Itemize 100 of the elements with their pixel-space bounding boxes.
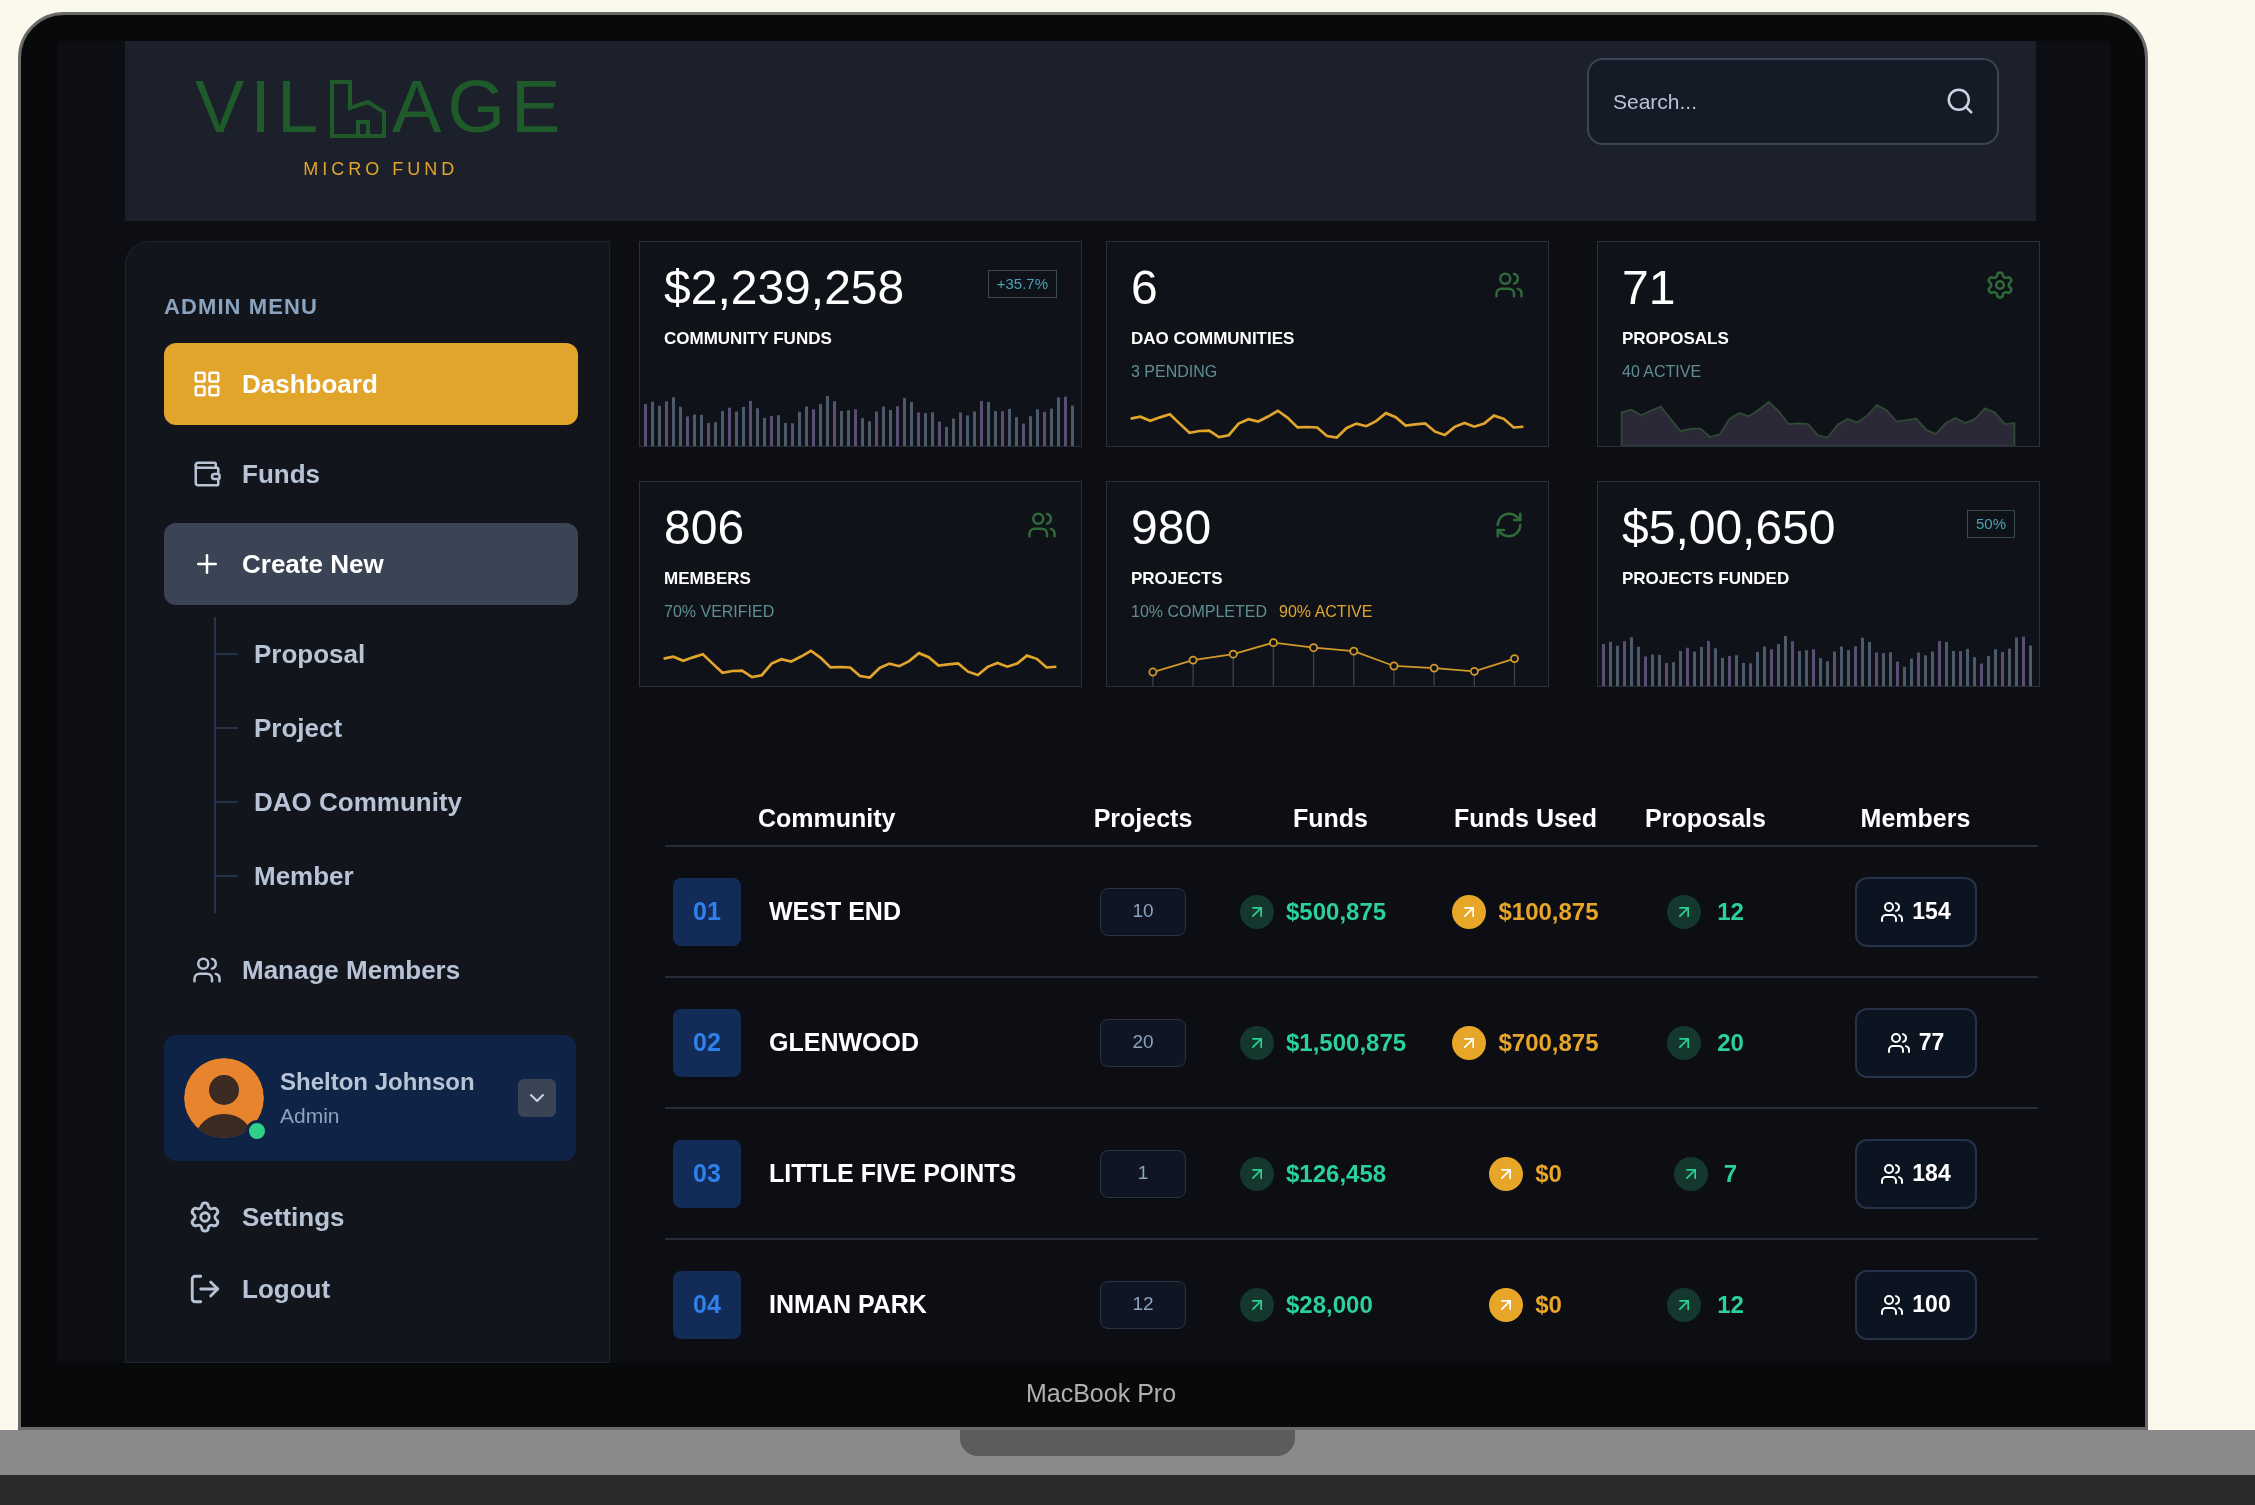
data-point <box>1389 661 1399 670</box>
stat-value: 806 <box>664 502 746 554</box>
row-number: 01 <box>673 877 741 946</box>
stat-note: 3 PENDING <box>1131 361 1218 382</box>
proposals-count: 12 <box>1717 896 1744 927</box>
funds-used-amount: $0 <box>1535 1158 1562 1189</box>
arrow-up-icon <box>1667 894 1702 929</box>
house-logo-icon <box>328 78 389 140</box>
people-icon <box>1880 1161 1905 1186</box>
arrow-up-icon <box>1667 1025 1702 1060</box>
drop-line <box>1353 653 1355 686</box>
stat-label: PROJECTS <box>1131 568 1224 590</box>
members-count: 154 <box>1854 876 1977 947</box>
column-header: Projects <box>1093 802 1193 834</box>
stat-label: DAO COMMUNITIES <box>1131 328 1295 350</box>
people-icon <box>1494 270 1524 300</box>
community-name: INMAN PARK <box>769 1288 927 1320</box>
projects-count: 1 <box>1100 1149 1186 1198</box>
nav-item[interactable]: Create New <box>164 523 578 605</box>
nav-item[interactable]: Funds <box>164 433 578 515</box>
projects-count: 20 <box>1100 1018 1186 1067</box>
user-name: Shelton Johnson <box>280 1067 476 1098</box>
funds-amount: $28,000 <box>1286 1289 1373 1320</box>
stat-label: COMMUNITY FUNDS <box>664 328 833 350</box>
data-point <box>1309 642 1319 652</box>
submenu-item[interactable]: Member <box>254 856 354 896</box>
arrow-up-icon <box>1489 1156 1524 1191</box>
stat-note: 40 ACTIVE <box>1622 361 1702 382</box>
stat-value: $2,239,258 <box>664 262 905 314</box>
logout-icon <box>188 1272 222 1306</box>
data-point <box>1148 667 1158 676</box>
stat-value: $5,00,650 <box>1622 502 1836 554</box>
search-icon <box>1945 86 1975 116</box>
nav-item[interactable]: Manage Members <box>164 929 578 1011</box>
projects-count: 10 <box>1100 887 1186 936</box>
row-number: 04 <box>673 1270 741 1339</box>
search-field[interactable]: Search... <box>1587 58 1999 145</box>
nav-item[interactable]: Settings <box>164 1193 571 1241</box>
stat-value: 980 <box>1131 502 1213 554</box>
stat-value: 71 <box>1622 262 1677 314</box>
members-count: 184 <box>1854 1138 1977 1209</box>
percent-badge: +35.7% <box>987 270 1057 298</box>
people-icon <box>1880 899 1905 924</box>
community-name: LITTLE FIVE POINTS <box>769 1157 1017 1189</box>
stat-label: MEMBERS <box>664 568 752 590</box>
dropdown-button[interactable] <box>518 1079 556 1117</box>
nav-icon <box>192 369 222 399</box>
data-point <box>1510 653 1519 663</box>
stat-label: PROJECTS FUNDED <box>1622 568 1791 590</box>
funds-amount: $500,875 <box>1286 896 1387 927</box>
percent-badge: 50% <box>1966 510 2015 538</box>
people-icon <box>1880 1292 1905 1317</box>
drop-line <box>1433 670 1435 686</box>
arrow-up-icon <box>1240 1287 1274 1322</box>
submenu-item[interactable]: Project <box>254 708 343 748</box>
members-count: 77 <box>1854 1007 1977 1078</box>
proposals-count: 7 <box>1723 1158 1738 1189</box>
logo-wordmark: VIL <box>195 70 325 144</box>
column-header: Funds <box>1293 802 1368 834</box>
stat-note: 10% COMPLETED <box>1131 601 1268 622</box>
data-point <box>1268 637 1278 647</box>
community-name: WEST END <box>769 895 901 927</box>
arrow-up-icon <box>1452 1025 1487 1060</box>
arrow-up-icon <box>1673 1156 1708 1191</box>
people-icon <box>1027 510 1057 540</box>
data-point <box>1349 646 1359 656</box>
nav-item[interactable]: Logout <box>164 1265 571 1313</box>
arrow-up-icon <box>1489 1287 1524 1322</box>
settings-icon <box>188 1200 222 1234</box>
column-header: Community <box>758 802 896 834</box>
data-point <box>1429 663 1439 673</box>
device-label: MacBook Pro <box>1025 1378 1177 1409</box>
community-name: GLENWOOD <box>769 1026 919 1058</box>
data-point <box>1188 655 1198 665</box>
proposals-count: 12 <box>1717 1289 1744 1320</box>
projects-count: 12 <box>1100 1280 1186 1329</box>
column-header: Proposals <box>1645 802 1766 834</box>
data-point <box>1228 649 1238 659</box>
proposals-count: 20 <box>1717 1027 1744 1058</box>
stat-value: 6 <box>1131 262 1159 314</box>
drop-line <box>1312 650 1315 686</box>
drop-line <box>1513 661 1516 686</box>
funds-amount: $1,500,875 <box>1286 1027 1407 1058</box>
stat-note: 70% VERIFIED <box>664 601 775 622</box>
nav-icon <box>192 955 222 985</box>
arrow-up-icon <box>1452 894 1487 929</box>
refresh-icon <box>1494 510 1524 540</box>
user-card[interactable]: Shelton Johnson Admin <box>164 1035 576 1161</box>
submenu-item[interactable]: DAO Community <box>254 782 462 822</box>
arrow-up-icon <box>1240 894 1274 929</box>
data-point <box>1469 666 1479 676</box>
drop-line <box>1192 662 1194 686</box>
logo-tagline: MICRO FUND <box>303 158 459 181</box>
stat-label: PROPOSALS <box>1622 328 1729 350</box>
funds-amount: $126,458 <box>1286 1158 1387 1189</box>
row-number: 02 <box>673 1008 741 1077</box>
submenu-item[interactable]: Proposal <box>254 634 366 674</box>
nav-icon <box>192 459 222 489</box>
funds-used-amount: $0 <box>1535 1289 1562 1320</box>
people-icon <box>1886 1030 1911 1055</box>
